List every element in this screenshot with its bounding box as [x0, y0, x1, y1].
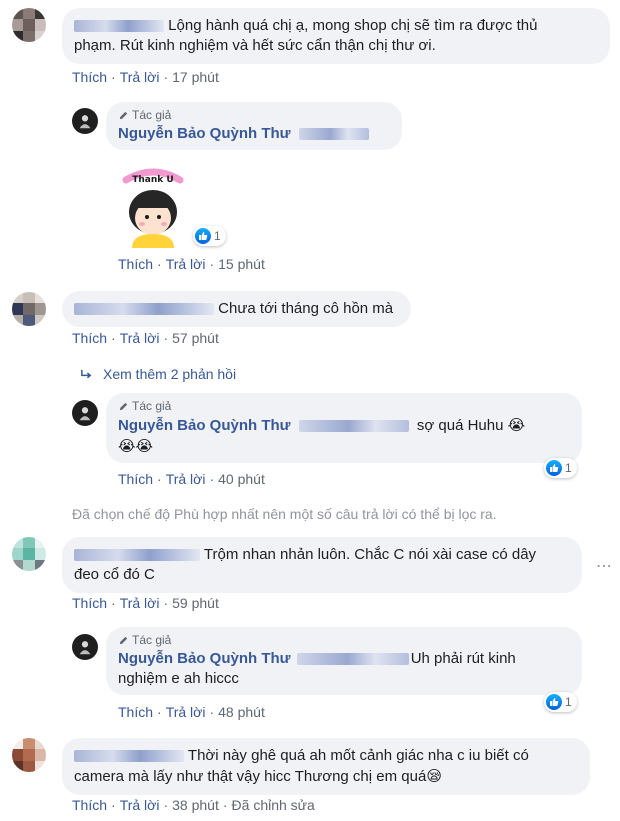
comment-actions: Thích · Trả lời · 17 phút	[72, 69, 219, 85]
like-link[interactable]: Thích	[72, 330, 107, 346]
like-icon	[546, 460, 562, 476]
crying-emoji: 😭😭	[118, 437, 154, 455]
reply-actions: Thích · Trả lời · 40 phút	[118, 471, 265, 487]
person-icon	[79, 641, 91, 655]
filter-notice: Đã chọn chế độ Phù hợp nhất nên một số c…	[72, 506, 497, 522]
comment-actions: Thích · Trả lời · 38 phút · Đã chỉnh sửa	[72, 797, 315, 813]
like-link[interactable]: Thích	[118, 704, 153, 720]
person-icon	[79, 407, 91, 421]
reply-link[interactable]: Trả lời	[120, 595, 160, 611]
author-avatar[interactable]	[72, 108, 98, 134]
comment-text: Chưa tới tháng cô hồn mà	[218, 300, 394, 317]
like-link[interactable]: Thích	[118, 471, 153, 487]
reply-link[interactable]: Trả lời	[166, 704, 206, 720]
pencil-icon	[119, 636, 128, 644]
sleepy-emoji: 😪	[426, 767, 442, 785]
author-avatar[interactable]	[72, 634, 98, 660]
timestamp[interactable]: 57 phút	[172, 330, 219, 346]
author-reply-bubble: Tác giả Nguyễn Bảo Quỳnh Thư	[106, 102, 402, 150]
pencil-icon	[119, 111, 128, 119]
reply-link[interactable]: Trả lời	[120, 330, 160, 346]
comment-text-line1: Trộm nhan nhản luôn. Chắc C nói xài case…	[203, 546, 537, 563]
more-options-glyph[interactable]: ⋯	[596, 556, 613, 576]
reply-arrow-icon	[81, 369, 92, 378]
edited-label[interactable]: Đã chỉnh sửa	[232, 797, 315, 813]
like-link[interactable]: Thích	[118, 256, 153, 272]
reply-link[interactable]: Trả lời	[166, 256, 206, 272]
reply-link[interactable]: Trả lời	[120, 797, 160, 813]
comment-text-line1: Lộng hành quá chị ạ, mong shop chị sẽ tì…	[168, 17, 538, 34]
timestamp[interactable]: 38 phút	[172, 797, 219, 813]
like-link[interactable]: Thích	[72, 69, 107, 85]
comment-actions: Thích · Trả lời · 57 phút	[72, 330, 219, 346]
author-badge: Tác giả	[118, 108, 390, 122]
reply-link[interactable]: Trả lời	[166, 471, 206, 487]
timestamp[interactable]: 17 phút	[172, 69, 219, 85]
like-reaction-count[interactable]: 1	[544, 458, 577, 478]
commenter-avatar[interactable]	[12, 738, 46, 772]
sticker-text: Thank U	[132, 175, 173, 185]
like-icon	[195, 228, 211, 244]
tagged-name-redacted[interactable]	[298, 420, 409, 433]
tagged-name-redacted[interactable]	[296, 653, 409, 666]
comment-text-line2: đeo cổ đó C	[74, 566, 155, 583]
comment-actions: Thích · Trả lời · 59 phút	[72, 595, 219, 611]
person-icon	[79, 115, 91, 129]
reply-actions: Thích · Trả lời · 15 phút	[118, 256, 265, 272]
author-name[interactable]: Nguyễn Bảo Quỳnh Thư	[118, 650, 291, 667]
commenter-name-redacted[interactable]	[74, 303, 214, 316]
reply-actions: Thích · Trả lời · 48 phút	[118, 704, 265, 720]
author-badge: Tác giả	[118, 399, 570, 413]
like-reaction-count[interactable]: 1	[544, 692, 577, 712]
commenter-name-redacted[interactable]	[74, 20, 164, 33]
reply-text: sợ quá Huhu	[416, 417, 504, 434]
timestamp[interactable]: 59 phút	[172, 595, 219, 611]
commenter-avatar[interactable]	[12, 537, 46, 571]
reply-link[interactable]: Trả lời	[120, 69, 160, 85]
commenter-name-redacted[interactable]	[74, 750, 184, 763]
comment-text-line2: camera mà lấy như thật vậy hicc Thương c…	[74, 768, 427, 785]
like-icon	[546, 694, 562, 710]
thank-you-sticker: Thank U	[118, 162, 188, 248]
comment-bubble: Lộng hành quá chị ạ, mong shop chị sẽ tì…	[62, 8, 610, 64]
timestamp[interactable]: 48 phút	[218, 704, 265, 720]
comment-bubble: Trộm nhan nhản luôn. Chắc C nói xài case…	[62, 537, 582, 593]
author-reply-bubble: Tác giả Nguyễn Bảo Quỳnh Thư Uh phải rút…	[106, 627, 582, 695]
tagged-name-redacted[interactable]	[298, 128, 369, 141]
comment-bubble: Thời này ghê quá ah mốt cảnh giác nha c …	[62, 738, 590, 795]
author-name[interactable]: Nguyễn Bảo Quỳnh Thư	[118, 417, 291, 434]
author-badge: Tác giả	[118, 633, 570, 647]
like-link[interactable]: Thích	[72, 595, 107, 611]
pencil-icon	[119, 402, 128, 410]
timestamp[interactable]: 40 phút	[218, 471, 265, 487]
reply-text-line1: Uh phải rút kinh	[410, 650, 516, 667]
crying-emoji: 😭	[507, 416, 526, 434]
commenter-avatar[interactable]	[12, 8, 46, 42]
like-reaction-count[interactable]: 1	[193, 226, 226, 246]
comment-bubble: Chưa tới tháng cô hồn mà	[62, 291, 411, 327]
timestamp[interactable]: 15 phút	[218, 256, 265, 272]
commenter-name-redacted[interactable]	[74, 549, 200, 562]
comment-text-line2: phạm. Rút kinh nghiệm và hết sức cẩn thậ…	[74, 37, 436, 54]
author-name[interactable]: Nguyễn Bảo Quỳnh Thư	[118, 125, 291, 142]
author-reply-bubble: Tác giả Nguyễn Bảo Quỳnh Thư sợ quá Huhu…	[106, 393, 582, 463]
view-more-replies[interactable]: Xem thêm 2 phản hồi	[80, 366, 236, 382]
reply-text-line2: nghiệm e ah hiccc	[118, 670, 239, 687]
like-link[interactable]: Thích	[72, 797, 107, 813]
comment-text-line1: Thời này ghê quá ah mốt cảnh giác nha c …	[187, 747, 529, 764]
author-avatar[interactable]	[72, 400, 98, 426]
commenter-avatar[interactable]	[12, 292, 46, 326]
